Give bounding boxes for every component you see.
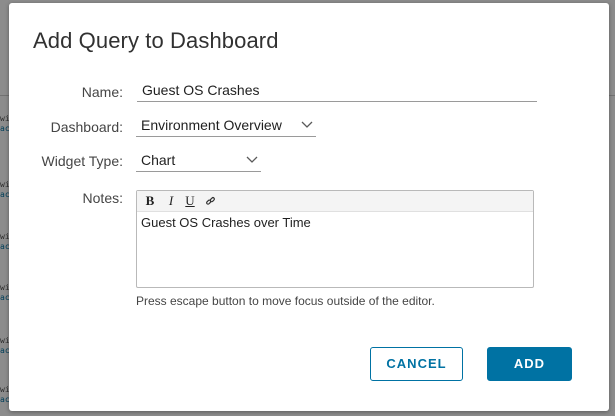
editor-toolbar: B I U: [137, 191, 533, 212]
name-label: Name:: [81, 84, 123, 100]
notes-editor[interactable]: B I U Guest OS Crashes over Time: [136, 190, 534, 288]
notes-content[interactable]: Guest OS Crashes over Time: [141, 215, 311, 230]
underline-button[interactable]: U: [183, 193, 197, 209]
add-query-dialog: Add Query to Dashboard Name: Dashboard: …: [9, 3, 609, 411]
add-button[interactable]: ADD: [487, 347, 572, 381]
dashboard-label: Dashboard:: [50, 119, 123, 135]
editor-hint-text: Press escape button to move focus outsid…: [136, 294, 435, 308]
dashboard-select[interactable]: Environment Overview: [136, 114, 316, 137]
dialog-title: Add Query to Dashboard: [33, 28, 279, 53]
widget-type-label: Widget Type:: [41, 153, 123, 169]
notes-label: Notes:: [82, 190, 123, 206]
widget-type-select[interactable]: Chart: [136, 149, 261, 172]
link-icon: [205, 197, 215, 205]
link-button[interactable]: [203, 193, 217, 209]
dashboard-selected-value: Environment Overview: [141, 117, 282, 133]
chevron-down-icon: [301, 121, 313, 128]
name-input[interactable]: [137, 79, 537, 102]
widget-type-selected-value: Chart: [141, 152, 176, 168]
cancel-button[interactable]: CANCEL: [370, 347, 463, 381]
italic-button[interactable]: I: [164, 193, 178, 209]
bold-button[interactable]: B: [143, 193, 157, 209]
chevron-down-icon: [246, 156, 258, 163]
